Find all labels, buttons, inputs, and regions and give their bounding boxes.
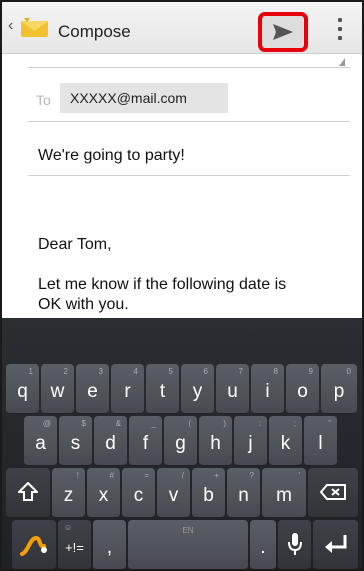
key-f[interactable]: _ f bbox=[129, 416, 162, 466]
page-title: Compose bbox=[58, 22, 131, 41]
scroll-indicator-icon bbox=[339, 58, 345, 66]
compose-screen: ‹ Compose To XXXXX@mail.com We're going … bbox=[0, 0, 364, 571]
from-field-divider bbox=[28, 60, 350, 68]
period-key[interactable]: . bbox=[250, 520, 276, 569]
backspace-icon bbox=[320, 484, 346, 500]
chevron-left-icon[interactable]: ‹ bbox=[8, 18, 13, 34]
swype-logo-icon bbox=[20, 535, 47, 556]
body-line-blank bbox=[38, 255, 338, 275]
space-key[interactable]: EN bbox=[128, 520, 248, 569]
key-a[interactable]: @ a bbox=[24, 416, 57, 466]
comma-key[interactable]: , bbox=[93, 520, 126, 569]
on-screen-keyboard: 1q 2w 3e 4r 5t 6y 7u 8i 9o 0p @ a $ s & d _… bbox=[2, 318, 362, 569]
key-s[interactable]: $ s bbox=[59, 416, 92, 466]
action-bar: ‹ Compose bbox=[2, 2, 362, 54]
send-icon bbox=[273, 24, 293, 40]
more-vertical-icon[interactable] bbox=[330, 16, 350, 42]
recipient-chip[interactable]: XXXXX@mail.com bbox=[60, 83, 228, 113]
symbols-key[interactable]: ☺ +!= bbox=[58, 520, 91, 569]
key-d[interactable]: & d bbox=[94, 416, 127, 466]
swype-key[interactable] bbox=[12, 520, 56, 569]
enter-key[interactable] bbox=[313, 520, 358, 569]
key-h[interactable]: ) h bbox=[199, 416, 232, 466]
key-e[interactable]: 3e bbox=[76, 364, 109, 414]
key-j[interactable]: :j bbox=[234, 416, 267, 466]
key-m[interactable]: ' m bbox=[262, 468, 306, 518]
key-v[interactable]: / v bbox=[157, 468, 190, 518]
key-p[interactable]: 0p bbox=[321, 364, 357, 414]
key-r[interactable]: 4r bbox=[111, 364, 144, 414]
shift-icon bbox=[18, 482, 38, 501]
to-field-divider bbox=[28, 121, 350, 122]
to-label: To bbox=[36, 92, 51, 108]
key-o[interactable]: 9o bbox=[286, 364, 319, 414]
message-body[interactable]: Dear Tom, Let me know if the following d… bbox=[38, 235, 338, 315]
shift-key[interactable] bbox=[6, 468, 50, 518]
microphone-icon bbox=[288, 533, 302, 555]
body-line: OK with you. bbox=[38, 296, 129, 313]
enter-icon bbox=[325, 535, 347, 553]
backspace-key[interactable] bbox=[308, 468, 358, 518]
subject-divider bbox=[28, 175, 350, 176]
voice-input-key[interactable] bbox=[278, 520, 311, 569]
key-b[interactable]: + b bbox=[192, 468, 225, 518]
envelope-icon[interactable] bbox=[20, 17, 50, 39]
key-n[interactable]: ? n bbox=[227, 468, 260, 518]
key-k[interactable]: ; k bbox=[269, 416, 302, 466]
key-u[interactable]: 7u bbox=[216, 364, 249, 414]
key-w[interactable]: 2w bbox=[41, 364, 74, 414]
key-g[interactable]: (g bbox=[164, 416, 197, 466]
key-l[interactable]: " l bbox=[304, 416, 337, 466]
key-z[interactable]: ! z bbox=[52, 468, 85, 518]
subject-field[interactable]: We're going to party! bbox=[38, 147, 185, 165]
key-x[interactable]: # x bbox=[87, 468, 120, 518]
body-line: Let me know if the following date is bbox=[38, 276, 287, 293]
key-q[interactable]: 1q bbox=[6, 364, 39, 414]
key-i[interactable]: 8i bbox=[251, 364, 284, 414]
key-c[interactable]: = c bbox=[122, 468, 155, 518]
key-t[interactable]: 5t bbox=[146, 364, 179, 414]
key-y[interactable]: 6y bbox=[181, 364, 214, 414]
send-button[interactable] bbox=[258, 12, 308, 52]
body-line: Dear Tom, bbox=[38, 236, 112, 253]
